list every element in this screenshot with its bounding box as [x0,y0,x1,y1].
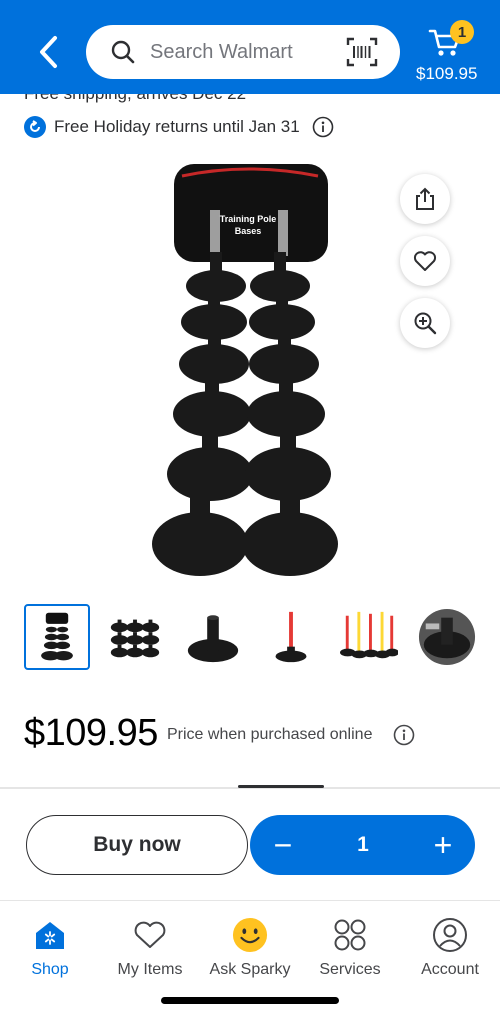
sparky-icon [232,917,268,953]
divider [0,785,500,789]
tab-ask-sparky[interactable]: Ask Sparky [200,917,300,981]
top-header: Search Walmart 1 $109.95 [0,0,500,94]
cart-button[interactable]: 1 $109.95 [416,20,486,88]
heart-icon [132,917,168,953]
services-icon [332,917,368,953]
tab-shop[interactable]: Shop [0,917,100,981]
cart-count-badge: 1 [450,20,474,44]
tab-label: Shop [31,961,69,978]
tab-my-items[interactable]: My Items [100,917,200,981]
info-icon[interactable] [393,724,415,746]
product-price: $109.95 [24,712,158,754]
share-icon [416,187,434,210]
back-button[interactable] [30,30,66,74]
info-icon[interactable] [312,116,334,138]
shop-icon [32,917,68,953]
scroll-indicator [238,785,324,788]
thumb-image [418,608,476,666]
tab-services[interactable]: Services [300,917,400,981]
search-bar[interactable]: Search Walmart [86,25,400,79]
thumb-image [41,612,73,661]
bag-label-line2: Bases [235,226,262,236]
thumb-colored-poles[interactable] [336,604,402,670]
returns-info: Free Holiday returns until Jan 31 [24,114,334,140]
search-icon [111,40,135,64]
quantity-stepper: − 1 + [250,815,475,875]
thumb-single-base[interactable] [180,604,246,670]
thumb-full-set[interactable] [24,604,90,670]
thumb-base-closeup[interactable] [414,604,480,670]
decrease-quantity-button[interactable]: − [268,829,298,861]
buy-now-button[interactable]: Buy now [26,815,248,875]
quantity-value: 1 [357,833,369,856]
account-icon [432,917,468,953]
chevron-left-icon [40,36,57,68]
thumb-image [187,615,239,663]
image-gallery [24,604,500,670]
share-button[interactable] [400,174,450,224]
increase-quantity-button[interactable]: + [428,829,458,861]
cart-total: $109.95 [416,64,478,83]
tab-label: Services [319,961,381,978]
tab-label: My Items [117,961,183,978]
zoom-in-icon [414,312,437,335]
thumb-image [275,611,307,663]
thumb-bases-grid[interactable] [102,604,168,670]
thumb-pole-base[interactable] [258,604,324,670]
zoom-button[interactable] [400,298,450,348]
bag-label-line1: Training Pole [220,214,277,224]
favorite-button[interactable] [400,236,450,286]
thumb-image [110,619,160,658]
search-placeholder: Search Walmart [150,40,293,63]
barcode-scan-icon[interactable] [346,37,378,67]
thumb-image [340,611,398,659]
tab-account[interactable]: Account [400,917,500,981]
product-image[interactable]: Training Pole Bases [148,158,344,584]
returns-text: Free Holiday returns until Jan 31 [54,117,300,136]
tab-label: Account [421,961,479,978]
heart-icon [413,251,437,271]
home-indicator [161,997,339,1004]
tab-label: Ask Sparky [209,961,291,978]
returns-icon [24,116,46,138]
price-note: Price when purchased online [167,726,373,743]
